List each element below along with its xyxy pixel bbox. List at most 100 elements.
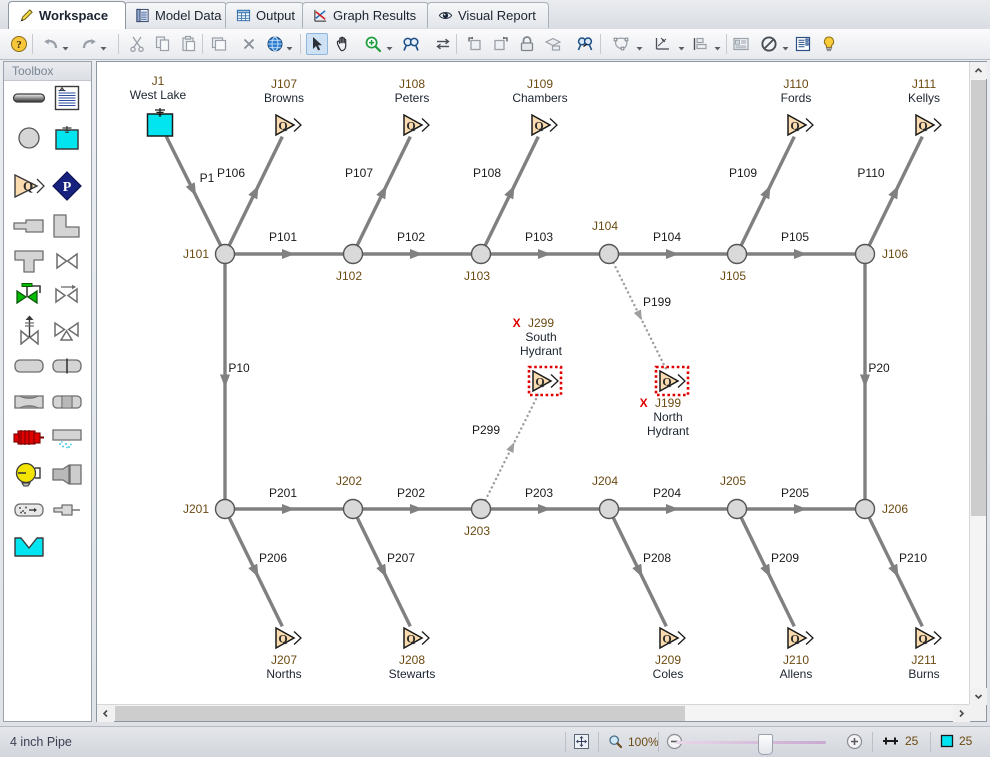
zoom-in-button[interactable] xyxy=(846,733,863,750)
bend-tool[interactable] xyxy=(47,211,87,241)
junction-J202[interactable] xyxy=(342,498,364,520)
orifice-tool[interactable] xyxy=(47,351,87,381)
screen-tool[interactable] xyxy=(47,387,87,417)
volume-balance-tool[interactable] xyxy=(47,495,87,525)
pipe-P105[interactable] xyxy=(747,248,855,260)
notes-icon[interactable] xyxy=(792,33,814,55)
pipe-P208[interactable] xyxy=(611,517,668,628)
tab-output[interactable]: Output xyxy=(225,2,304,28)
distribute-dropdown-icon[interactable] xyxy=(714,41,721,51)
horizontal-scroll-thumb[interactable] xyxy=(115,706,685,721)
find-icon[interactable] xyxy=(400,33,422,55)
globe-dropdown-icon[interactable] xyxy=(286,41,293,51)
venturi-tool[interactable] xyxy=(9,387,49,417)
align-icon[interactable] xyxy=(652,33,674,55)
distribute-icon[interactable] xyxy=(690,33,712,55)
spray-discharge-tool[interactable] xyxy=(47,423,87,453)
junction-J199[interactable]: Q xyxy=(654,365,690,397)
pipe-P20[interactable] xyxy=(859,264,871,499)
junction-J101[interactable] xyxy=(214,243,236,265)
fit-to-window-button[interactable] xyxy=(573,733,590,750)
pipe-P102[interactable] xyxy=(363,248,471,260)
properties-icon[interactable] xyxy=(730,33,752,55)
lock-icon[interactable] xyxy=(516,33,538,55)
tab-graph-results[interactable]: Graph Results xyxy=(302,2,429,28)
pipe-P210[interactable] xyxy=(867,517,924,628)
junction-J104[interactable] xyxy=(598,243,620,265)
junction-J207[interactable]: Q xyxy=(275,626,302,650)
pipe-P108[interactable] xyxy=(483,135,540,246)
ungroup-icon[interactable] xyxy=(490,33,512,55)
scroll-up-button[interactable] xyxy=(970,62,987,79)
heat-exchanger-tool[interactable] xyxy=(9,495,49,525)
globe-icon[interactable] xyxy=(264,33,286,55)
pointer-select-icon[interactable] xyxy=(306,33,328,55)
pan-hand-icon[interactable] xyxy=(332,33,354,55)
pump-tool[interactable] xyxy=(9,423,49,453)
valve-tool[interactable] xyxy=(47,246,87,276)
check-valve-tool[interactable] xyxy=(47,279,87,309)
pipe-P207[interactable] xyxy=(355,517,412,628)
junction-J211[interactable]: Q xyxy=(915,626,942,650)
zoom-dropdown-icon[interactable] xyxy=(386,41,393,51)
zoom-icon[interactable] xyxy=(362,33,384,55)
junction-J209[interactable]: Q xyxy=(659,626,686,650)
redo-dropdown-icon[interactable] xyxy=(100,41,107,51)
shape-icon[interactable] xyxy=(610,33,632,55)
layers-icon[interactable] xyxy=(542,33,564,55)
tab-workspace[interactable]: Workspace xyxy=(8,1,126,29)
junction-J108[interactable]: Q xyxy=(403,113,430,137)
pipe-P202[interactable] xyxy=(363,503,471,515)
zoom-level-indicator[interactable]: 100% xyxy=(608,734,659,749)
vertical-scrollbar[interactable] xyxy=(969,62,987,705)
junction-J107[interactable]: Q xyxy=(275,113,302,137)
group-icon[interactable] xyxy=(464,33,486,55)
junction-J210[interactable]: Q xyxy=(787,626,814,650)
disable-icon[interactable] xyxy=(758,33,780,55)
branch-junction-tool[interactable] xyxy=(9,123,49,153)
copy-icon[interactable] xyxy=(152,33,174,55)
junction-J106[interactable] xyxy=(854,243,876,265)
duplicate-icon[interactable] xyxy=(208,33,230,55)
scroll-right-button[interactable] xyxy=(953,705,970,722)
zoom-slider-thumb[interactable] xyxy=(758,734,773,755)
shape-dropdown-icon[interactable] xyxy=(636,41,643,51)
scroll-down-button[interactable] xyxy=(970,688,987,705)
pipe-P204[interactable] xyxy=(619,503,727,515)
pipe-P103[interactable] xyxy=(491,248,599,260)
pipe-P209[interactable] xyxy=(739,517,796,628)
pipe-tool[interactable] xyxy=(9,83,49,113)
junction-J299[interactable]: Q xyxy=(527,365,563,397)
junction-J203[interactable] xyxy=(470,498,492,520)
scroll-left-button[interactable] xyxy=(97,705,114,722)
paste-icon[interactable] xyxy=(178,33,200,55)
workspace-canvas[interactable]: Q Q Q Q Q Q Q Q Q Q Q Q P1 P106 P107 P108 P109 P110 P101 P… xyxy=(97,62,970,705)
pipe-P107[interactable] xyxy=(355,135,412,246)
vertical-scroll-thumb[interactable] xyxy=(971,80,986,516)
pipe-P299[interactable] xyxy=(484,391,541,502)
undo-dropdown-icon[interactable] xyxy=(62,41,69,51)
junction-J109[interactable]: Q xyxy=(531,113,558,137)
junction-J204[interactable] xyxy=(598,498,620,520)
horizontal-scrollbar[interactable] xyxy=(97,704,970,722)
pipe-P109[interactable] xyxy=(739,135,796,246)
reservoir-tool[interactable] xyxy=(47,123,87,153)
pipe-P10[interactable] xyxy=(219,264,231,499)
junction-J1[interactable] xyxy=(146,108,174,137)
junction-J206[interactable] xyxy=(854,498,876,520)
pipe-P110[interactable] xyxy=(867,135,924,246)
bellows-tool[interactable] xyxy=(47,460,87,490)
junction-J205[interactable] xyxy=(726,498,748,520)
pipe-P203[interactable] xyxy=(491,503,599,515)
annotation-tool[interactable] xyxy=(47,83,87,113)
junction-J110[interactable]: Q xyxy=(787,113,814,137)
pipe-P205[interactable] xyxy=(747,503,855,515)
general-component-tool[interactable] xyxy=(9,460,49,490)
tee-tool[interactable] xyxy=(9,246,49,276)
assigned-pressure-tool[interactable]: P xyxy=(47,171,87,201)
find-object-icon[interactable] xyxy=(574,33,596,55)
dead-end-tool[interactable] xyxy=(9,211,49,241)
control-valve-tool[interactable] xyxy=(9,279,49,309)
undo-icon[interactable] xyxy=(40,33,62,55)
junction-J111[interactable]: Q xyxy=(915,113,942,137)
